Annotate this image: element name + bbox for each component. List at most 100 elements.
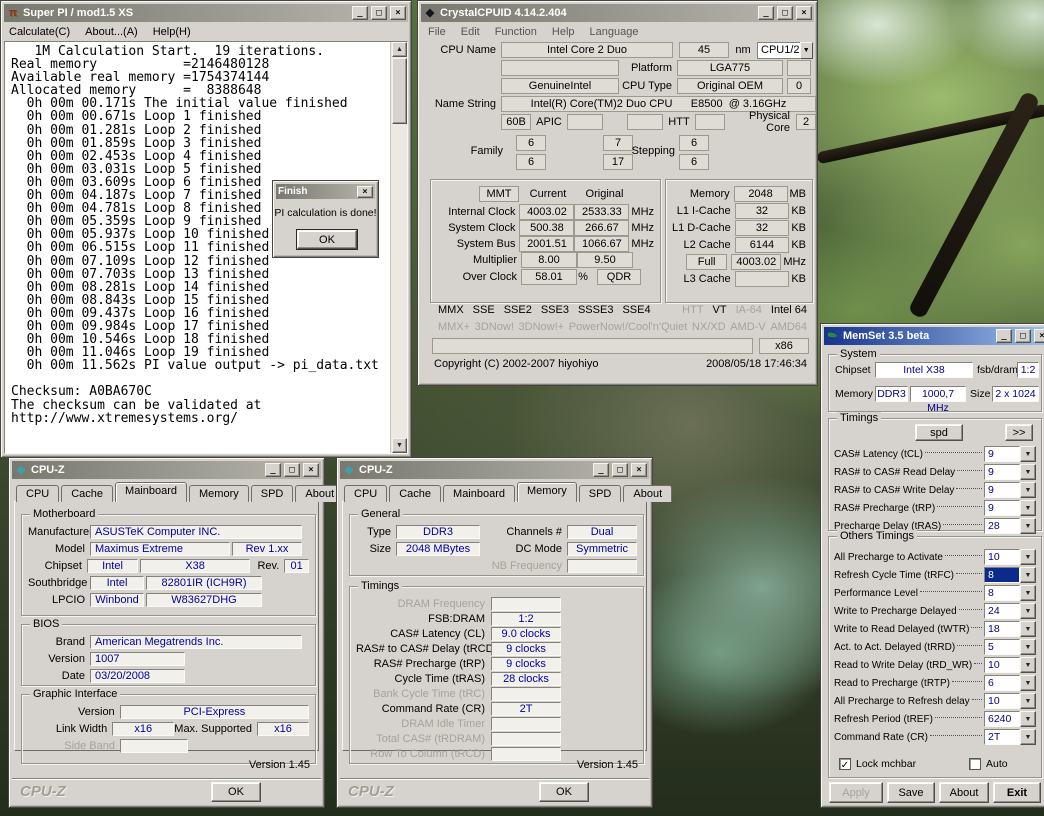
memset-titlebar[interactable]: ✎ MemSet 3.5 beta _ □ × — [824, 327, 1044, 345]
crystalcpuid-titlebar[interactable]: ◆ CrystalCPUID 4.14.2.404 _ □ × — [421, 4, 814, 22]
dropdown-button[interactable] — [1020, 500, 1036, 516]
timing-value-field[interactable]: 10 — [984, 657, 1020, 673]
timing-value-field[interactable]: 6 — [984, 675, 1020, 691]
dropdown-button[interactable] — [1020, 585, 1036, 601]
timing-value-field[interactable]: 10 — [984, 549, 1020, 565]
timing-label: RAS# to CAS# Write Delay — [834, 485, 954, 496]
dropdown-button[interactable] — [1020, 549, 1036, 565]
dropdown-button[interactable] — [1020, 446, 1036, 462]
close-button[interactable]: × — [631, 463, 647, 477]
scroll-down-icon[interactable]: ▼ — [392, 438, 407, 453]
menu-item[interactable]: File — [428, 26, 446, 38]
dropdown-button[interactable] — [1020, 518, 1036, 534]
chipset-label: Chipset — [28, 560, 87, 572]
tab[interactable]: CPU — [344, 485, 387, 502]
timing-value-field[interactable]: 9 — [984, 464, 1020, 480]
tab[interactable]: Cache — [389, 485, 441, 502]
tab[interactable]: Cache — [61, 485, 113, 502]
scrollbar[interactable]: ▲ ▼ — [390, 42, 407, 453]
mmt-button[interactable]: MMT — [479, 186, 519, 202]
timing-value-field[interactable]: 24 — [984, 603, 1020, 619]
menu-item[interactable]: Calculate(C) — [9, 26, 70, 38]
dropdown-button[interactable] — [1020, 603, 1036, 619]
tab[interactable]: Memory — [517, 482, 577, 502]
dropdown-button[interactable] — [1020, 675, 1036, 691]
close-button[interactable]: × — [357, 186, 373, 198]
timing-value-field[interactable]: 2T — [984, 729, 1020, 745]
gi-version-value: PCI-Express — [120, 705, 309, 719]
timing-value-field[interactable]: 10 — [984, 693, 1020, 709]
timing-value-field[interactable]: 8 — [984, 567, 1020, 583]
minimize-button[interactable]: _ — [996, 329, 1012, 343]
superpi-output-line: 0h 00m 03.031s Loop 5 finished — [11, 163, 385, 176]
auto-option[interactable]: Auto — [969, 758, 1008, 770]
tab[interactable]: About — [623, 485, 672, 502]
dropdown-button[interactable] — [1020, 464, 1036, 480]
timing-value-field[interactable]: 8 — [984, 585, 1020, 601]
dropdown-button[interactable] — [1020, 693, 1036, 709]
timing-value-field[interactable]: 18 — [984, 621, 1020, 637]
close-button[interactable]: × — [1034, 329, 1044, 343]
tab[interactable]: Mainboard — [115, 482, 187, 502]
cpuz-titlebar[interactable]: ◆ CPU-Z _ □ × — [12, 461, 321, 479]
dropdown-button[interactable] — [1020, 621, 1036, 637]
ok-button[interactable]: OK — [539, 782, 589, 802]
minimize-button[interactable]: _ — [352, 6, 368, 20]
maximize-button[interactable]: □ — [612, 463, 628, 477]
expand-button[interactable]: >> — [1005, 424, 1033, 441]
finish-titlebar[interactable]: Finish × — [276, 184, 375, 199]
minimize-button[interactable]: _ — [758, 6, 774, 20]
dropdown-button[interactable] — [1020, 657, 1036, 673]
dropdown-button[interactable] — [1020, 639, 1036, 655]
menu-item[interactable]: About...(A) — [85, 26, 138, 38]
scroll-up-icon[interactable]: ▲ — [392, 42, 407, 57]
dropdown-button[interactable] — [1020, 729, 1036, 745]
checkbox-unchecked[interactable] — [969, 758, 981, 770]
timing-value-field[interactable]: 5 — [984, 639, 1020, 655]
minimize-button[interactable]: _ — [593, 463, 609, 477]
tab[interactable]: Memory — [189, 485, 249, 502]
cpuz-titlebar[interactable]: ◆ CPU-Z _ □ × — [340, 461, 649, 479]
dropdown-button[interactable] — [1020, 567, 1036, 583]
spd-button[interactable]: spd — [915, 424, 963, 441]
scrollbar-thumb[interactable] — [392, 58, 407, 124]
maximize-button[interactable]: □ — [284, 463, 300, 477]
cpu-select-dropdown[interactable]: CPU1/2 ▼ — [757, 42, 813, 59]
close-button[interactable]: × — [390, 6, 406, 20]
timing-value-field[interactable]: 9 — [984, 500, 1020, 516]
timing-value-field[interactable]: 9 — [984, 446, 1020, 462]
maximize-button[interactable]: □ — [777, 6, 793, 20]
lock-mchbar-option[interactable]: Lock mchbar — [839, 758, 916, 770]
about-button[interactable]: About — [939, 782, 989, 803]
tab[interactable]: SPD — [579, 485, 622, 502]
dropdown-button[interactable] — [1020, 482, 1036, 498]
menu-item[interactable]: Language — [590, 26, 639, 38]
tab[interactable]: SPD — [251, 485, 294, 502]
close-button[interactable]: × — [796, 6, 812, 20]
nb-frequency-label: NB Frequency — [356, 560, 567, 572]
timing-value-field[interactable]: 9 — [984, 482, 1020, 498]
fsb-dram-label: fsb/dram — [977, 364, 1018, 376]
menu-item[interactable]: Help(H) — [153, 26, 191, 38]
checkbox-checked[interactable] — [839, 758, 851, 770]
superpi-titlebar[interactable]: π Super PI / mod1.5 XS _ □ × — [4, 4, 408, 22]
minimize-button[interactable]: _ — [265, 463, 281, 477]
chevron-down-icon[interactable]: ▼ — [800, 42, 813, 59]
save-button[interactable]: Save — [887, 782, 935, 803]
maximize-button[interactable]: □ — [1015, 329, 1031, 343]
ok-button[interactable]: OK — [211, 782, 261, 802]
close-button[interactable]: × — [303, 463, 319, 477]
menu-item[interactable]: Edit — [461, 26, 480, 38]
menu-item[interactable]: Help — [552, 26, 575, 38]
tab[interactable]: CPU — [16, 485, 59, 502]
timing-value-field[interactable]: 28 — [984, 518, 1020, 534]
tab[interactable]: Mainboard — [443, 485, 515, 502]
side-band-label: Side Band — [28, 740, 120, 752]
exit-button[interactable]: Exit — [993, 782, 1041, 803]
menu-item[interactable]: Function — [495, 26, 537, 38]
apply-button[interactable]: Apply — [829, 782, 883, 803]
timing-value-field[interactable]: 6240 — [984, 711, 1020, 727]
maximize-button[interactable]: □ — [371, 6, 387, 20]
ok-button[interactable]: OK — [297, 230, 357, 249]
dropdown-button[interactable] — [1020, 711, 1036, 727]
